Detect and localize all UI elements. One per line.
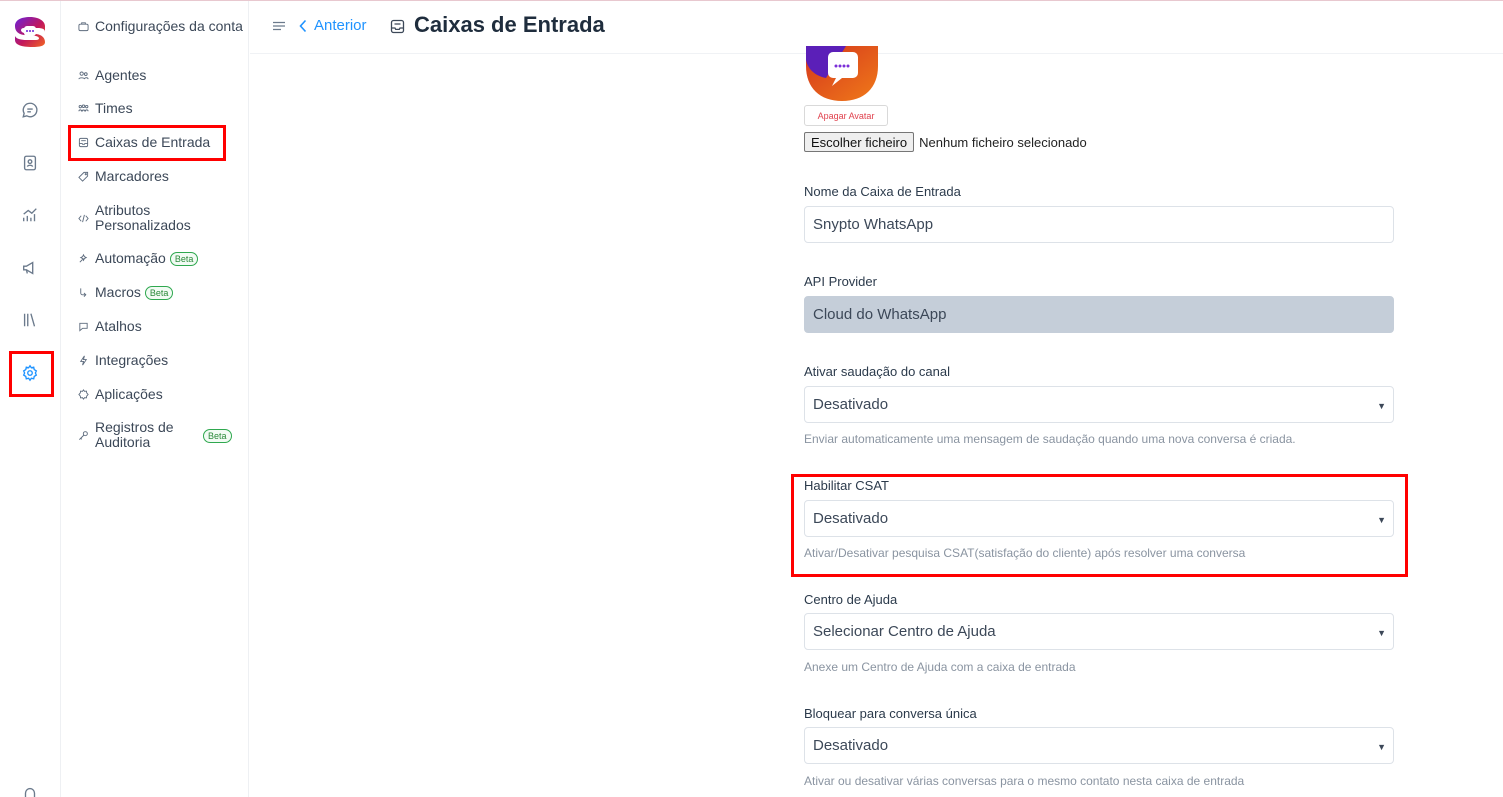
macros-icon (77, 287, 89, 299)
inbox-name-input[interactable]: Snypto WhatsApp (804, 206, 1394, 243)
sidebar-item-shortcuts[interactable]: Atalhos (77, 319, 245, 334)
api-provider-input: Cloud do WhatsApp (804, 296, 1394, 333)
inbox-name-value: Snypto WhatsApp (813, 216, 934, 233)
app-logo[interactable] (14, 16, 46, 48)
library-icon[interactable] (15, 305, 45, 335)
sidebar-item-labels[interactable]: Marcadores (77, 169, 245, 184)
sidebar-item-label: Configurações da conta (95, 18, 243, 34)
chat-icon (77, 321, 89, 333)
sidebar-item-label: Integrações (95, 352, 169, 368)
chevron-down-icon: ▼ (1377, 742, 1386, 752)
help-center-help: Anexe um Centro de Ajuda com a caixa de … (804, 660, 1076, 674)
sidebar-item-label: Aplicações (95, 386, 163, 402)
lock-single-value: Desativado (813, 737, 889, 754)
sidebar-item-label: Registros de Auditoria (95, 419, 174, 450)
inbox-avatar (806, 46, 878, 101)
lock-single-label: Bloquear para conversa única (804, 706, 977, 721)
sidebar-item-label: Macros (95, 284, 141, 300)
sidebar-item-account-settings[interactable]: Configurações da conta (77, 19, 245, 34)
beta-badge: Beta (144, 285, 174, 300)
sidebar-item-integrations[interactable]: Integrações (77, 353, 245, 368)
automation-icon (77, 253, 89, 265)
delete-avatar-button[interactable]: Apagar Avatar (804, 105, 888, 126)
apps-icon (77, 389, 89, 401)
page-title: Caixas de Entrada (414, 12, 605, 37)
beta-badge: Beta (203, 429, 232, 443)
avatar-file-input: Escolher ficheiro Nenhum ficheiro seleci… (804, 132, 1087, 152)
sidebar-item-label: Atributos Personalizados (95, 202, 191, 233)
greeting-value: Desativado (813, 396, 889, 413)
lightning-icon (77, 355, 89, 367)
chevron-down-icon: ▼ (1377, 628, 1386, 638)
conversations-icon[interactable] (15, 95, 45, 125)
back-link[interactable]: Anterior (298, 17, 367, 34)
sidebar-item-agents[interactable]: Agentes (77, 68, 245, 83)
sidebar-item-label: Agentes (95, 67, 147, 83)
menu-icon[interactable] (272, 19, 286, 33)
choose-file-button[interactable]: Escolher ficheiro (804, 132, 915, 152)
primary-nav-rail (0, 1, 61, 797)
team-icon (77, 103, 89, 115)
greeting-help: Enviar automaticamente uma mensagem de s… (804, 432, 1296, 446)
greeting-label: Ativar saudação do canal (804, 364, 950, 379)
lock-single-help: Ativar ou desativar várias conversas par… (804, 774, 1245, 788)
sidebar-item-label: Automação (95, 250, 166, 266)
inboxes-highlight-box (68, 125, 226, 161)
inbox-name-label: Nome da Caixa de Entrada (804, 184, 961, 199)
notifications-icon[interactable] (15, 779, 45, 797)
sidebar-item-automation[interactable]: Automação Beta (77, 251, 245, 266)
campaigns-icon[interactable] (15, 253, 45, 283)
tag-icon (77, 171, 89, 183)
people-icon (77, 70, 89, 82)
back-link-label: Anterior (314, 17, 367, 34)
sidebar-item-macros[interactable]: Macros Beta (77, 285, 245, 300)
api-provider-value: Cloud do WhatsApp (813, 306, 947, 323)
beta-badge: Beta (169, 251, 199, 266)
chevron-left-icon (299, 19, 307, 32)
help-center-select[interactable]: Selecionar Centro de Ajuda ▼ (804, 613, 1394, 650)
greeting-select[interactable]: Desativado ▼ (804, 386, 1394, 423)
settings-highlight-box (9, 351, 54, 397)
briefcase-icon (77, 21, 89, 33)
help-center-label: Centro de Ajuda (804, 592, 898, 607)
inbox-icon (390, 19, 405, 34)
sidebar-item-label: Times (95, 100, 133, 116)
api-provider-label: API Provider (804, 274, 877, 289)
contacts-icon[interactable] (15, 148, 45, 178)
chevron-down-icon: ▼ (1377, 401, 1386, 411)
sidebar-item-label: Marcadores (95, 168, 169, 184)
sidebar-item-label: Atalhos (95, 318, 142, 334)
key-icon (77, 429, 89, 441)
settings-sidebar: Configurações da conta Agentes Times Cai… (61, 1, 249, 797)
sidebar-item-audit-logs[interactable]: Registros de Auditoria (77, 420, 192, 450)
sidebar-item-applications[interactable]: Aplicações (77, 387, 245, 402)
sidebar-item-custom-attributes[interactable]: Atributos Personalizados (77, 203, 245, 233)
file-status: Nenhum ficheiro selecionado (919, 134, 1087, 150)
sidebar-item-teams[interactable]: Times (77, 101, 245, 116)
help-center-value: Selecionar Centro de Ajuda (813, 623, 996, 640)
lock-single-select[interactable]: Desativado ▼ (804, 727, 1394, 764)
reports-icon[interactable] (15, 200, 45, 230)
code-icon (77, 212, 89, 224)
csat-highlight-box (791, 474, 1408, 577)
